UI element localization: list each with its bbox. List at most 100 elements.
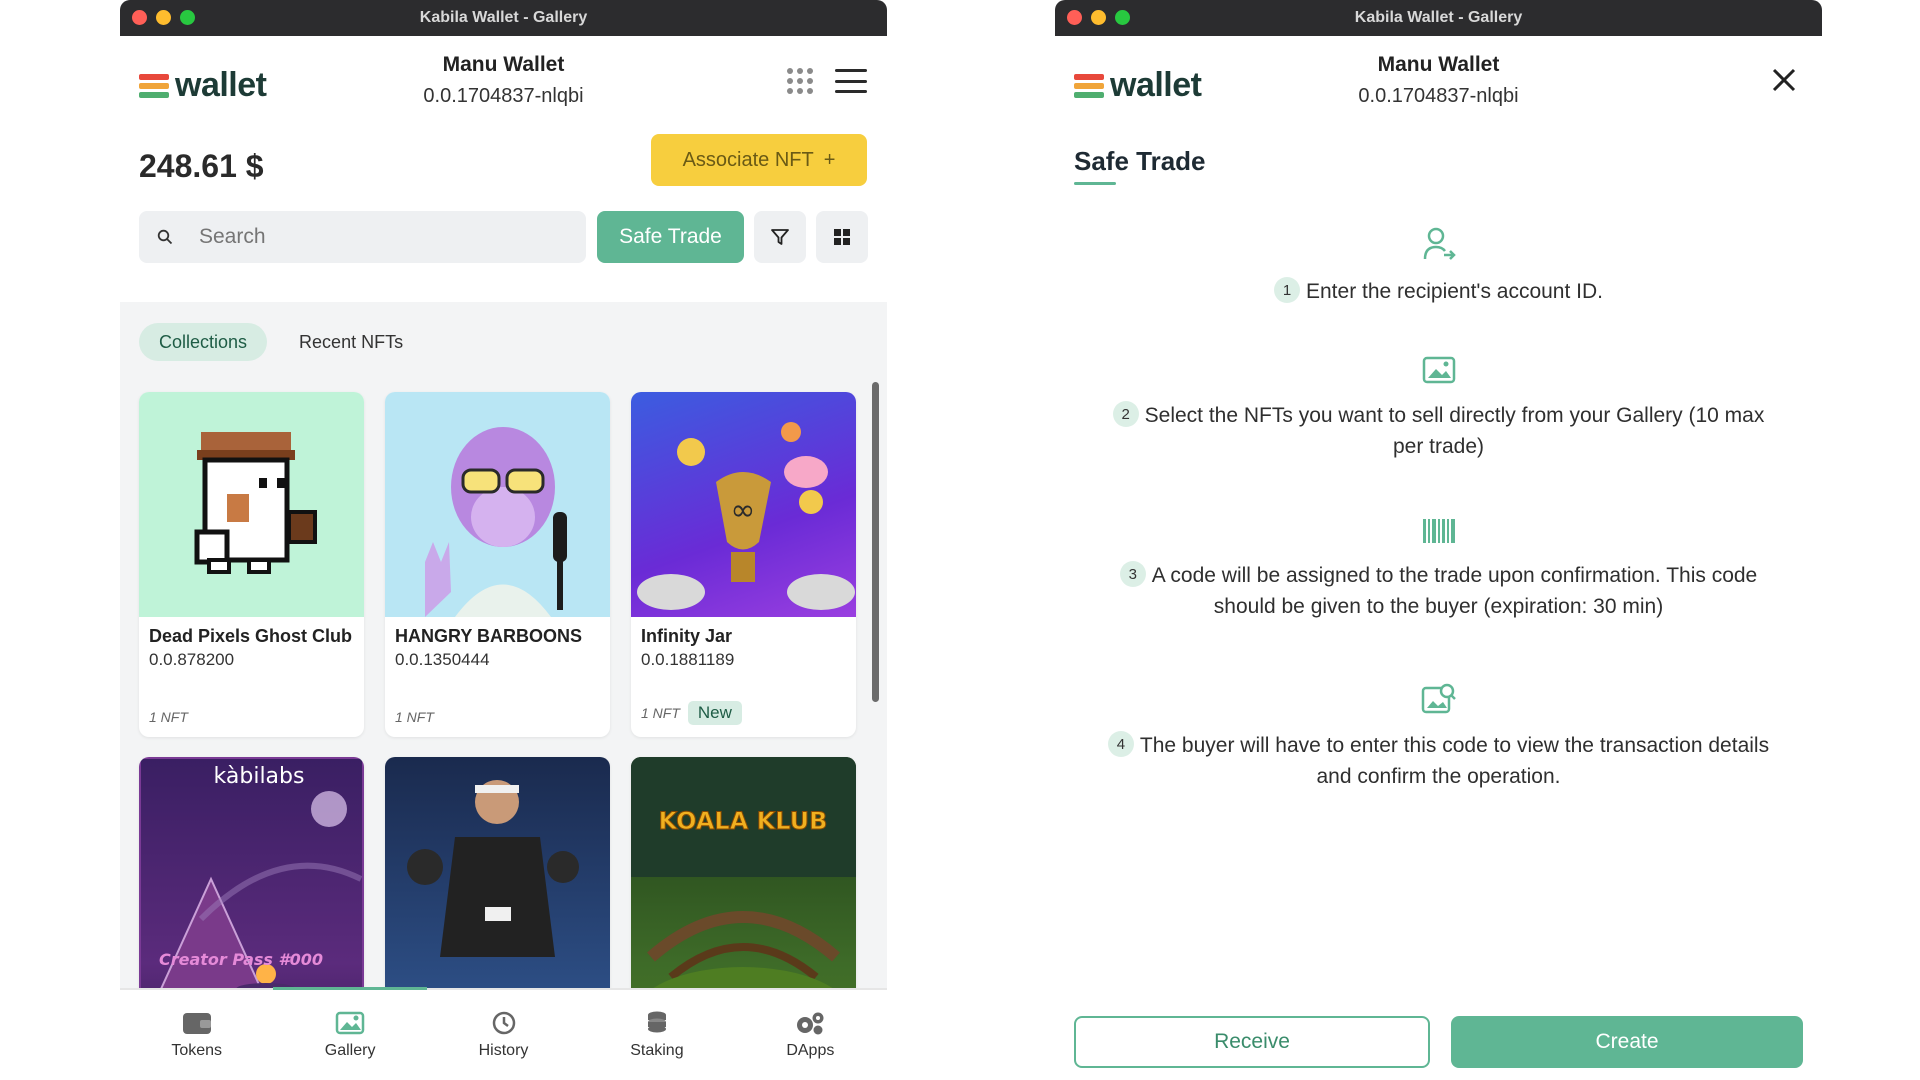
nav-staking[interactable]: Staking — [580, 990, 733, 1080]
nft-count-label: 1 NFT — [395, 709, 434, 725]
account-name: Manu Wallet — [442, 53, 565, 76]
maximize-window-button[interactable] — [1115, 10, 1130, 25]
wallet-balance: 248.61 $ — [139, 148, 264, 184]
nav-history[interactable]: History — [427, 990, 580, 1080]
app-header: wallet Manu Wallet 0.0.1704837-nlqbi — [1055, 36, 1822, 126]
account-id: 0.0.1704837-nlqbi — [1358, 85, 1519, 107]
nft-image — [139, 392, 364, 617]
collection-id: 0.0.878200 — [149, 650, 235, 669]
panel-title: Safe Trade — [1074, 146, 1206, 176]
history-icon — [492, 1011, 515, 1035]
collection-name: Dead Pixels Ghost Club — [149, 626, 353, 646]
nav-tokens[interactable]: Tokens — [120, 990, 273, 1080]
collection-grid: Dead Pixels Ghost Club 0.0.878200 1 NFT — [139, 392, 856, 988]
collection-id: 0.0.1881189 — [641, 650, 735, 669]
collection-card[interactable]: kàbilabs Creator Pass #000 — [139, 757, 364, 988]
nft-image: KOALA KLUB — [631, 757, 856, 988]
filter-icon — [771, 229, 789, 245]
associate-nft-button[interactable]: Associate NFT + — [651, 134, 867, 186]
collection-card[interactable]: KOALA KLUB — [631, 757, 856, 988]
step-2: 2 Select the NFTs you want to sell direct… — [1095, 354, 1782, 462]
menu-icon[interactable] — [835, 69, 867, 93]
collection-id: 0.0.1350444 — [395, 650, 490, 669]
collection-card[interactable]: HANGRY BARBOONS 0.0.1350444 1 NFT — [385, 392, 610, 737]
nft-count: 1 NFT — [149, 709, 188, 725]
account-id: 0.0.1704837-nlqbi — [423, 85, 584, 107]
card-info: Infinity Jar 0.0.1881189 1 NFT New — [631, 617, 856, 725]
nft-image — [385, 757, 610, 988]
close-window-button[interactable] — [132, 10, 147, 25]
grid-view-button[interactable] — [816, 211, 868, 263]
create-button[interactable]: Create — [1451, 1016, 1803, 1068]
step-text: A code will be assigned to the trade upo… — [1151, 564, 1758, 618]
user-plus-icon — [1423, 227, 1456, 260]
collection-name: HANGRY BARBOONS — [395, 626, 583, 646]
filter-button[interactable] — [754, 211, 806, 263]
bottom-navigation: Tokens Gallery History Staking DApps — [120, 987, 887, 1080]
step-number: 1 — [1274, 277, 1300, 304]
collection-card[interactable]: Dead Pixels Ghost Club 0.0.878200 1 NFT — [139, 392, 364, 737]
wallet-icon — [182, 1013, 211, 1034]
account-name: Manu Wallet — [1377, 53, 1500, 76]
search-icon — [157, 229, 173, 245]
minimize-window-button[interactable] — [156, 10, 171, 25]
account-info: Manu Wallet 0.0.1704837-nlqbi — [1055, 53, 1822, 108]
plus-icon: + — [823, 148, 836, 171]
search-input[interactable] — [199, 225, 559, 249]
close-icon[interactable] — [1770, 66, 1798, 94]
window-controls — [1067, 10, 1130, 25]
creator-pass-caption: Creator Pass #000 — [159, 950, 323, 969]
kabilabs-wordmark: kàbilabs — [214, 764, 305, 789]
collection-card[interactable]: ∞ Infinity Jar 0.0.1881189 1 NFT New — [631, 392, 856, 737]
tab-recent-nfts[interactable]: Recent NFTs — [279, 323, 423, 361]
nav-gallery[interactable]: Gallery — [273, 990, 426, 1080]
window-controls — [132, 10, 195, 25]
titlebar: Kabila Wallet - Gallery — [1055, 0, 1822, 36]
nft-image — [385, 392, 610, 617]
new-badge: New — [687, 701, 742, 725]
nft-image: ∞ — [631, 392, 856, 617]
safe-trade-panel: Safe Trade 1 Enter the recipient's accoun… — [1055, 126, 1822, 1080]
maximize-window-button[interactable] — [180, 10, 195, 25]
step-text: The buyer will have to enter this code t… — [1139, 734, 1770, 788]
gallery-area: Collections Recent NFTs Dead Pixels Ghos… — [120, 302, 887, 988]
step-1: 1 Enter the recipient's account ID. — [1095, 226, 1782, 307]
search-box — [139, 211, 586, 263]
gallery-tabs: Collections Recent NFTs — [139, 323, 423, 361]
apps-grid-icon[interactable] — [787, 68, 813, 94]
step-3: 3A code will be assigned to the trade up… — [1095, 516, 1782, 622]
nav-label: History — [478, 1042, 529, 1059]
collection-card[interactable] — [385, 757, 610, 988]
safe-trade-button[interactable]: Safe Trade — [597, 211, 744, 263]
step-text: Select the NFTs you want to sell directl… — [1144, 404, 1765, 458]
tab-collections[interactable]: Collections — [139, 323, 268, 361]
grid-view-icon — [834, 229, 850, 245]
card-info: Dead Pixels Ghost Club 0.0.878200 1 NFT — [139, 617, 364, 725]
image-icon — [335, 1011, 365, 1035]
active-tab-indicator — [273, 987, 427, 990]
app-header: wallet Manu Wallet 0.0.1704837-nlqbi — [120, 36, 887, 126]
nft-image: kàbilabs Creator Pass #000 — [139, 757, 364, 988]
coins-stack-icon — [647, 1011, 666, 1033]
svg-text:∞: ∞ — [731, 493, 756, 528]
image-search-icon — [1421, 683, 1456, 714]
nav-label: Gallery — [324, 1042, 376, 1059]
nav-dapps[interactable]: DApps — [734, 990, 887, 1080]
nft-count: 1 NFT — [395, 709, 434, 725]
window-title: Kabila Wallet - Gallery — [1354, 9, 1523, 26]
gears-icon — [797, 1012, 824, 1035]
step-text: Enter the recipient's account ID. — [1306, 280, 1603, 303]
nft-count-label: 1 NFT — [149, 709, 188, 725]
action-bar: Receive Create — [1074, 1016, 1803, 1068]
minimize-window-button[interactable] — [1091, 10, 1106, 25]
scrollbar[interactable] — [872, 382, 879, 702]
step-4: 4 The buyer will have to enter this code … — [1095, 682, 1782, 792]
titlebar: Kabila Wallet - Gallery — [120, 0, 887, 36]
close-window-button[interactable] — [1067, 10, 1082, 25]
header-actions — [787, 68, 867, 94]
gallery-image-icon — [1422, 356, 1455, 384]
receive-button[interactable]: Receive — [1074, 1016, 1430, 1068]
nft-count: 1 NFT New — [641, 701, 742, 725]
gallery-window: Kabila Wallet - Gallery wallet Manu Wall… — [120, 0, 887, 1080]
title-underline — [1074, 182, 1116, 185]
